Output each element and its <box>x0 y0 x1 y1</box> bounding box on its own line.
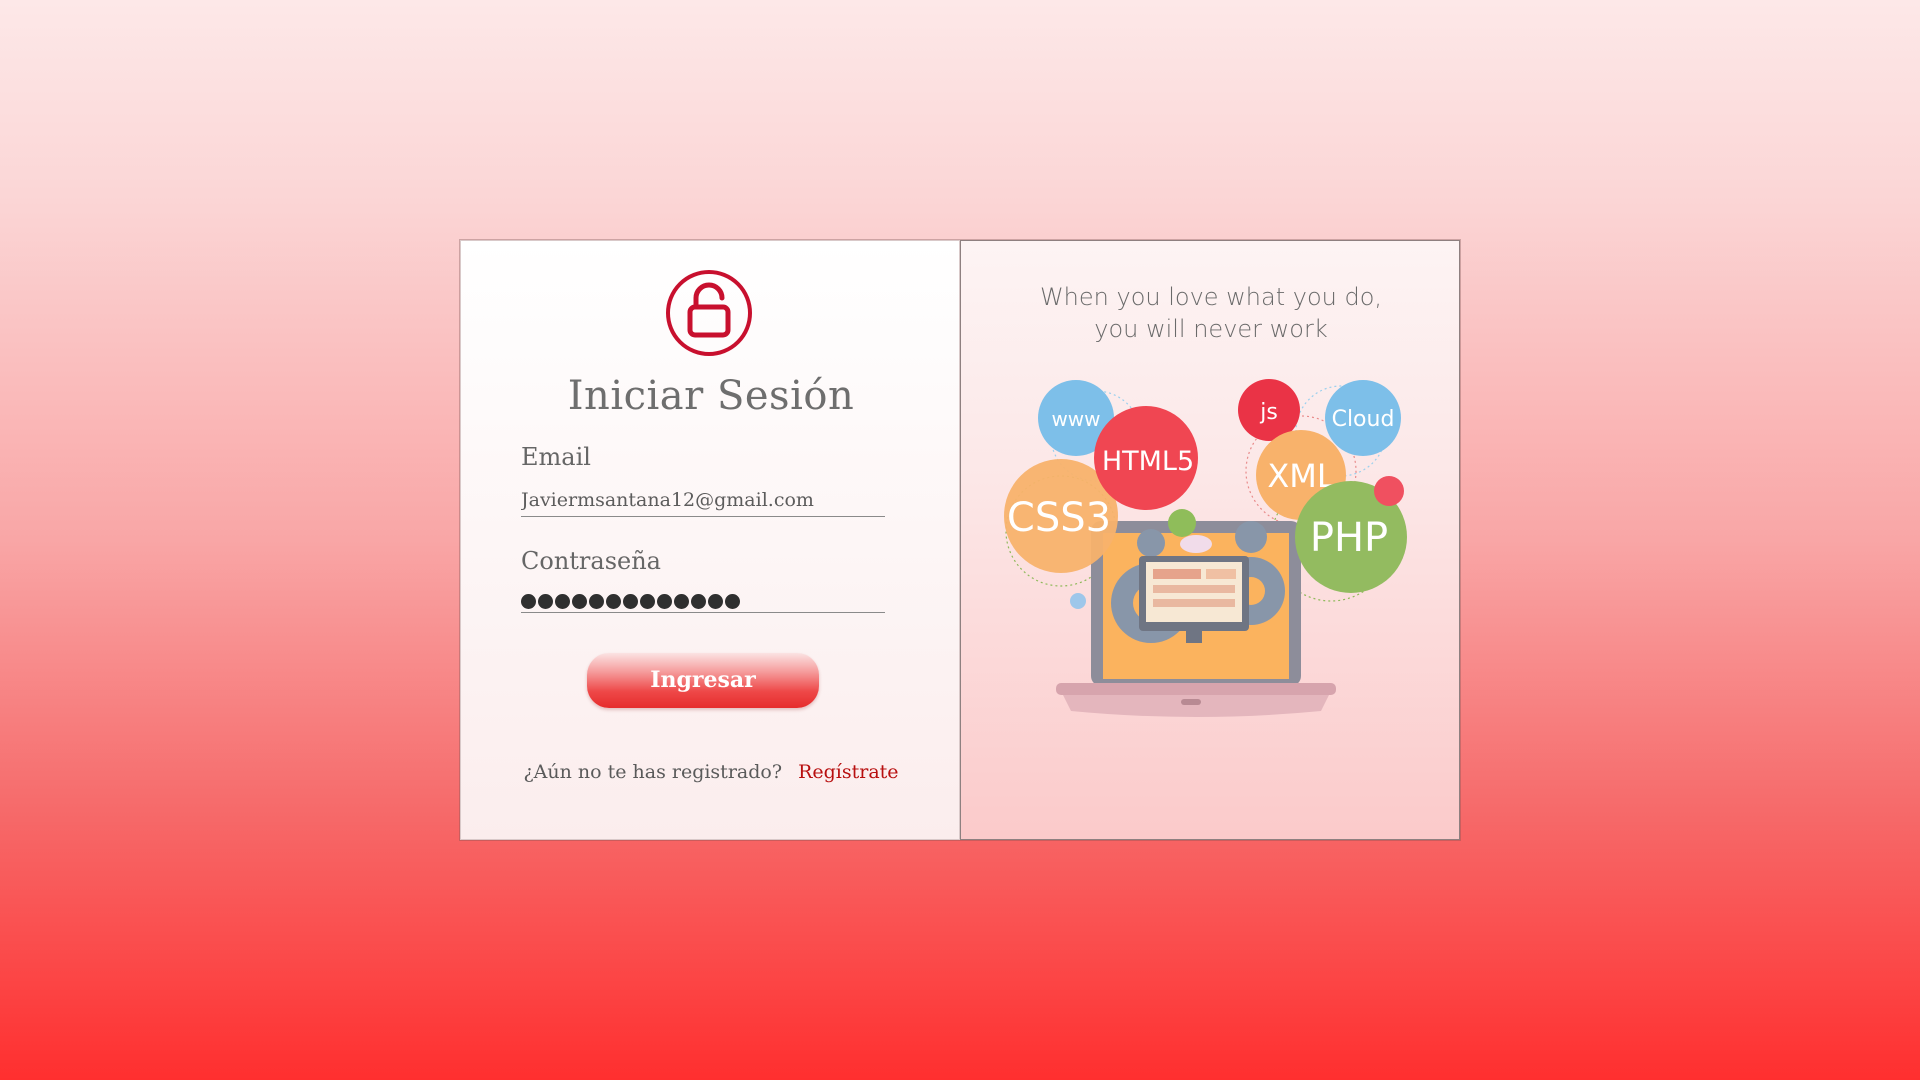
promo-quote: When you love what you do, you will neve… <box>961 281 1461 345</box>
password-mask-dot <box>521 594 536 609</box>
password-label: Contraseña <box>521 547 661 575</box>
html5-bubble: HTML5 <box>1094 406 1198 510</box>
promo-panel: When you love what you do, you will neve… <box>960 240 1460 840</box>
cloud-label: Cloud <box>1332 407 1395 432</box>
login-panel: Iniciar Sesión Email Contraseña Ingresar… <box>460 240 960 840</box>
password-mask-dot <box>623 594 638 609</box>
password-mask-dot <box>674 594 689 609</box>
password-mask-dot <box>555 594 570 609</box>
js-label: js <box>1259 400 1278 425</box>
password-mask-dot <box>589 594 604 609</box>
register-link[interactable]: Regístrate <box>798 761 898 783</box>
unlock-icon <box>665 269 753 357</box>
password-field[interactable] <box>521 581 885 613</box>
email-label: Email <box>521 443 591 471</box>
quote-line-2: you will never work <box>1094 315 1328 343</box>
password-mask-dot <box>708 594 723 609</box>
password-mask-dot <box>572 594 587 609</box>
login-card: Iniciar Sesión Email Contraseña Ingresar… <box>460 240 1460 840</box>
password-mask-dot <box>640 594 655 609</box>
submit-button[interactable]: Ingresar <box>587 653 819 708</box>
www-label: www <box>1051 407 1100 431</box>
email-field[interactable] <box>521 487 885 517</box>
quote-line-1: When you love what you do, <box>1039 283 1383 311</box>
register-row: ¿Aún no te has registrado? Regístrate <box>461 761 961 783</box>
password-mask-dot <box>538 594 553 609</box>
css3-label: CSS3 <box>1007 495 1111 541</box>
html5-label: HTML5 <box>1102 446 1194 477</box>
register-prompt: ¿Aún no te has registrado? <box>523 761 783 783</box>
php-label: PHP <box>1310 515 1388 561</box>
web-tech-illustration: www CSS3 HTML5 js Cloud XML PHP <box>1001 361 1421 721</box>
password-mask-dot <box>657 594 672 609</box>
password-mask-dot <box>606 594 621 609</box>
password-mask-dot <box>691 594 706 609</box>
cloud-bubble: Cloud <box>1325 380 1401 456</box>
page-title: Iniciar Sesión <box>567 373 855 419</box>
password-mask-dot <box>725 594 740 609</box>
